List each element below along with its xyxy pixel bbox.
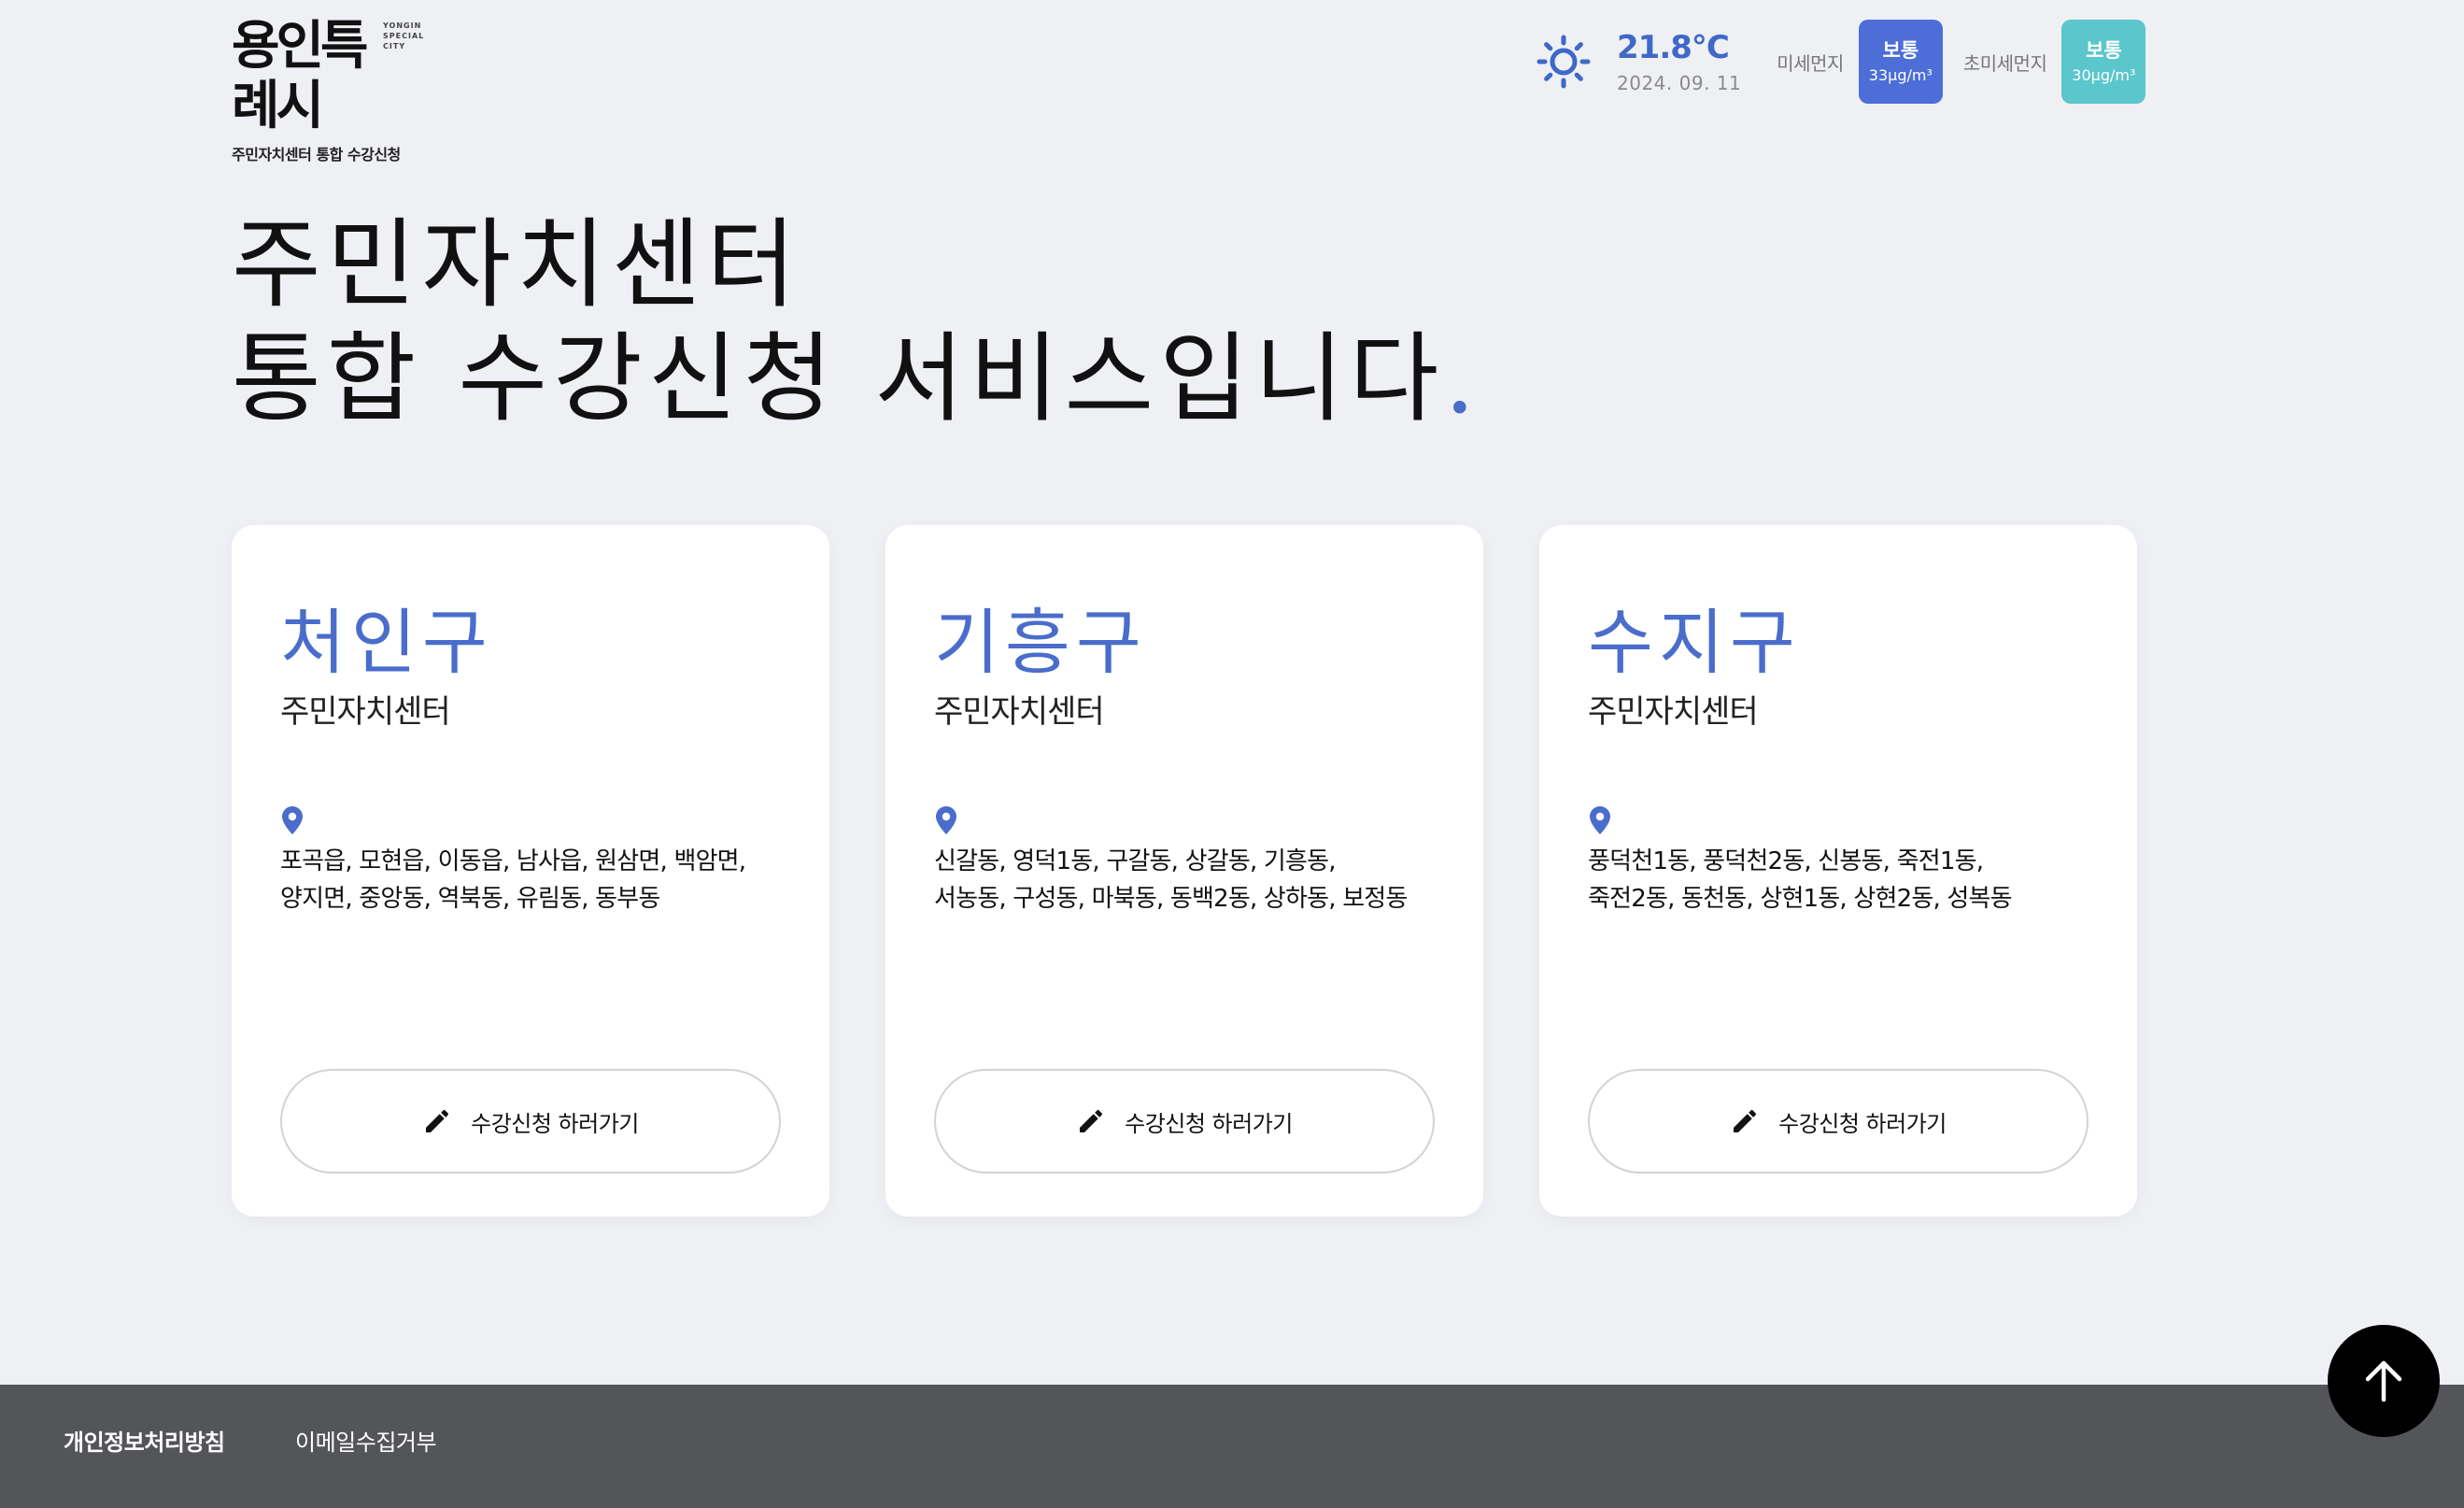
scroll-top-button[interactable] <box>2328 1325 2440 1437</box>
apply-button-label: 수강신청 하러가기 <box>1778 1110 1947 1137</box>
district-title: 수지구 <box>1588 601 1801 684</box>
logo-english: YONGIN SPECIAL CITY <box>383 21 428 51</box>
district-card-cheoin: 처인구 주민자치센터 포곡읍, 모현읍, 이동읍, 남사읍, 원삼면, 백암면,… <box>232 525 829 1216</box>
temperature-block: 21.8°C 2024. 09. 11 <box>1617 29 1741 94</box>
temperature: 21.8°C <box>1617 29 1730 66</box>
pencil-icon <box>1080 1109 1103 1132</box>
ultra-fine-dust-badge: 보통 30μg/m³ <box>2061 20 2146 104</box>
hero-heading: 주민자치센터 통합 수강신청 서비스입니다. <box>232 207 1480 435</box>
district-card-giheung: 기흥구 주민자치센터 신갈동, 영덕1동, 구갈동, 상갈동, 기흥동, 서농동… <box>885 525 1483 1216</box>
ultra-fine-dust-label: 초미세먼지 <box>1962 51 2047 75</box>
fine-dust-badge: 보통 33μg/m³ <box>1858 20 1943 104</box>
center-label: 주민자치센터 <box>934 693 1105 731</box>
apply-button-label: 수강신청 하러가기 <box>471 1110 639 1137</box>
area-list-line-2: 서농동, 구성동, 마북동, 동백2동, 상하동, 보정동 <box>934 885 1408 913</box>
area-list-line-2: 죽전2동, 동천동, 상현1동, 상현2동, 성복동 <box>1588 885 2013 913</box>
ultra-fine-dust-value: 30μg/m³ <box>2072 66 2136 84</box>
page: 용인특례시 YONGIN SPECIAL CITY 주민자치센터 통합 수강신청 <box>0 0 2464 1508</box>
district-card-suji: 수지구 주민자치센터 풍덕천1동, 풍덕천2동, 신봉동, 죽전1동, 죽전2동… <box>1539 525 2137 1216</box>
weather-date: 2024. 09. 11 <box>1617 72 1742 94</box>
pencil-icon <box>426 1109 449 1132</box>
footer: 개인정보처리방침 이메일수집거부 <box>0 1385 2464 1508</box>
district-title: 기흥구 <box>934 601 1147 684</box>
hero-line-2: 통합 수강신청 서비스입니다. <box>232 321 1480 435</box>
hero-accent-dot: . <box>1444 321 1481 435</box>
apply-button-label: 수강신청 하러가기 <box>1125 1110 1293 1137</box>
apply-button[interactable]: 수강신청 하러가기 <box>1588 1069 2089 1174</box>
sun-icon <box>1536 35 1591 89</box>
weather-widget: 21.8°C 2024. 09. 11 미세먼지 보통 33μg/m³ 초미세먼… <box>1536 19 2146 105</box>
logo-subtitle: 주민자치센터 통합 수강신청 <box>232 146 401 164</box>
ultra-fine-dust-status: 보통 <box>2086 39 2122 62</box>
logo-wordmark: 용인특례시 <box>232 16 369 136</box>
hero-line-2-text: 통합 수강신청 서비스입니다 <box>232 321 1445 435</box>
area-list-line-1: 포곡읍, 모현읍, 이동읍, 남사읍, 원삼면, 백암면, <box>280 847 746 875</box>
hero-line-1: 주민자치센터 <box>232 207 802 321</box>
fine-dust-value: 33μg/m³ <box>1868 66 1933 84</box>
fine-dust-label: 미세먼지 <box>1777 51 1844 75</box>
apply-button[interactable]: 수강신청 하러가기 <box>934 1069 1435 1174</box>
center-label: 주민자치센터 <box>1588 693 1759 731</box>
area-list-line-1: 신갈동, 영덕1동, 구갈동, 상갈동, 기흥동, <box>934 847 1337 875</box>
area-list: 신갈동, 영덕1동, 구갈동, 상갈동, 기흥동, 서농동, 구성동, 마북동,… <box>934 843 1457 918</box>
area-list: 포곡읍, 모현읍, 이동읍, 남사읍, 원삼면, 백암면, 양지면, 중앙동, … <box>280 843 803 918</box>
arrow-up-icon <box>2365 1360 2402 1402</box>
logo-mark: 용인특례시 YONGIN SPECIAL CITY <box>232 17 428 136</box>
location-pin-icon <box>936 806 956 834</box>
privacy-policy-link[interactable]: 개인정보처리방침 <box>64 1424 225 1457</box>
area-list-line-2: 양지면, 중앙동, 역북동, 유림동, 동부동 <box>280 885 660 913</box>
location-pin-icon <box>1590 806 1610 834</box>
center-label: 주민자치센터 <box>280 693 451 731</box>
location-pin-icon <box>282 806 303 834</box>
apply-button[interactable]: 수강신청 하러가기 <box>280 1069 781 1174</box>
fine-dust-status: 보통 <box>1882 39 1919 62</box>
logo-english-top: YONGIN <box>383 21 422 30</box>
email-refusal-link[interactable]: 이메일수집거부 <box>295 1424 437 1457</box>
pencil-icon <box>1734 1109 1757 1132</box>
logo[interactable]: 용인특례시 YONGIN SPECIAL CITY 주민자치센터 통합 수강신청 <box>232 17 428 164</box>
area-list-line-1: 풍덕천1동, 풍덕천2동, 신봉동, 죽전1동, <box>1588 847 1984 875</box>
district-title: 처인구 <box>280 601 493 684</box>
area-list: 풍덕천1동, 풍덕천2동, 신봉동, 죽전1동, 죽전2동, 동천동, 상현1동… <box>1588 843 2111 918</box>
logo-english-bottom: SPECIAL CITY <box>383 32 425 50</box>
